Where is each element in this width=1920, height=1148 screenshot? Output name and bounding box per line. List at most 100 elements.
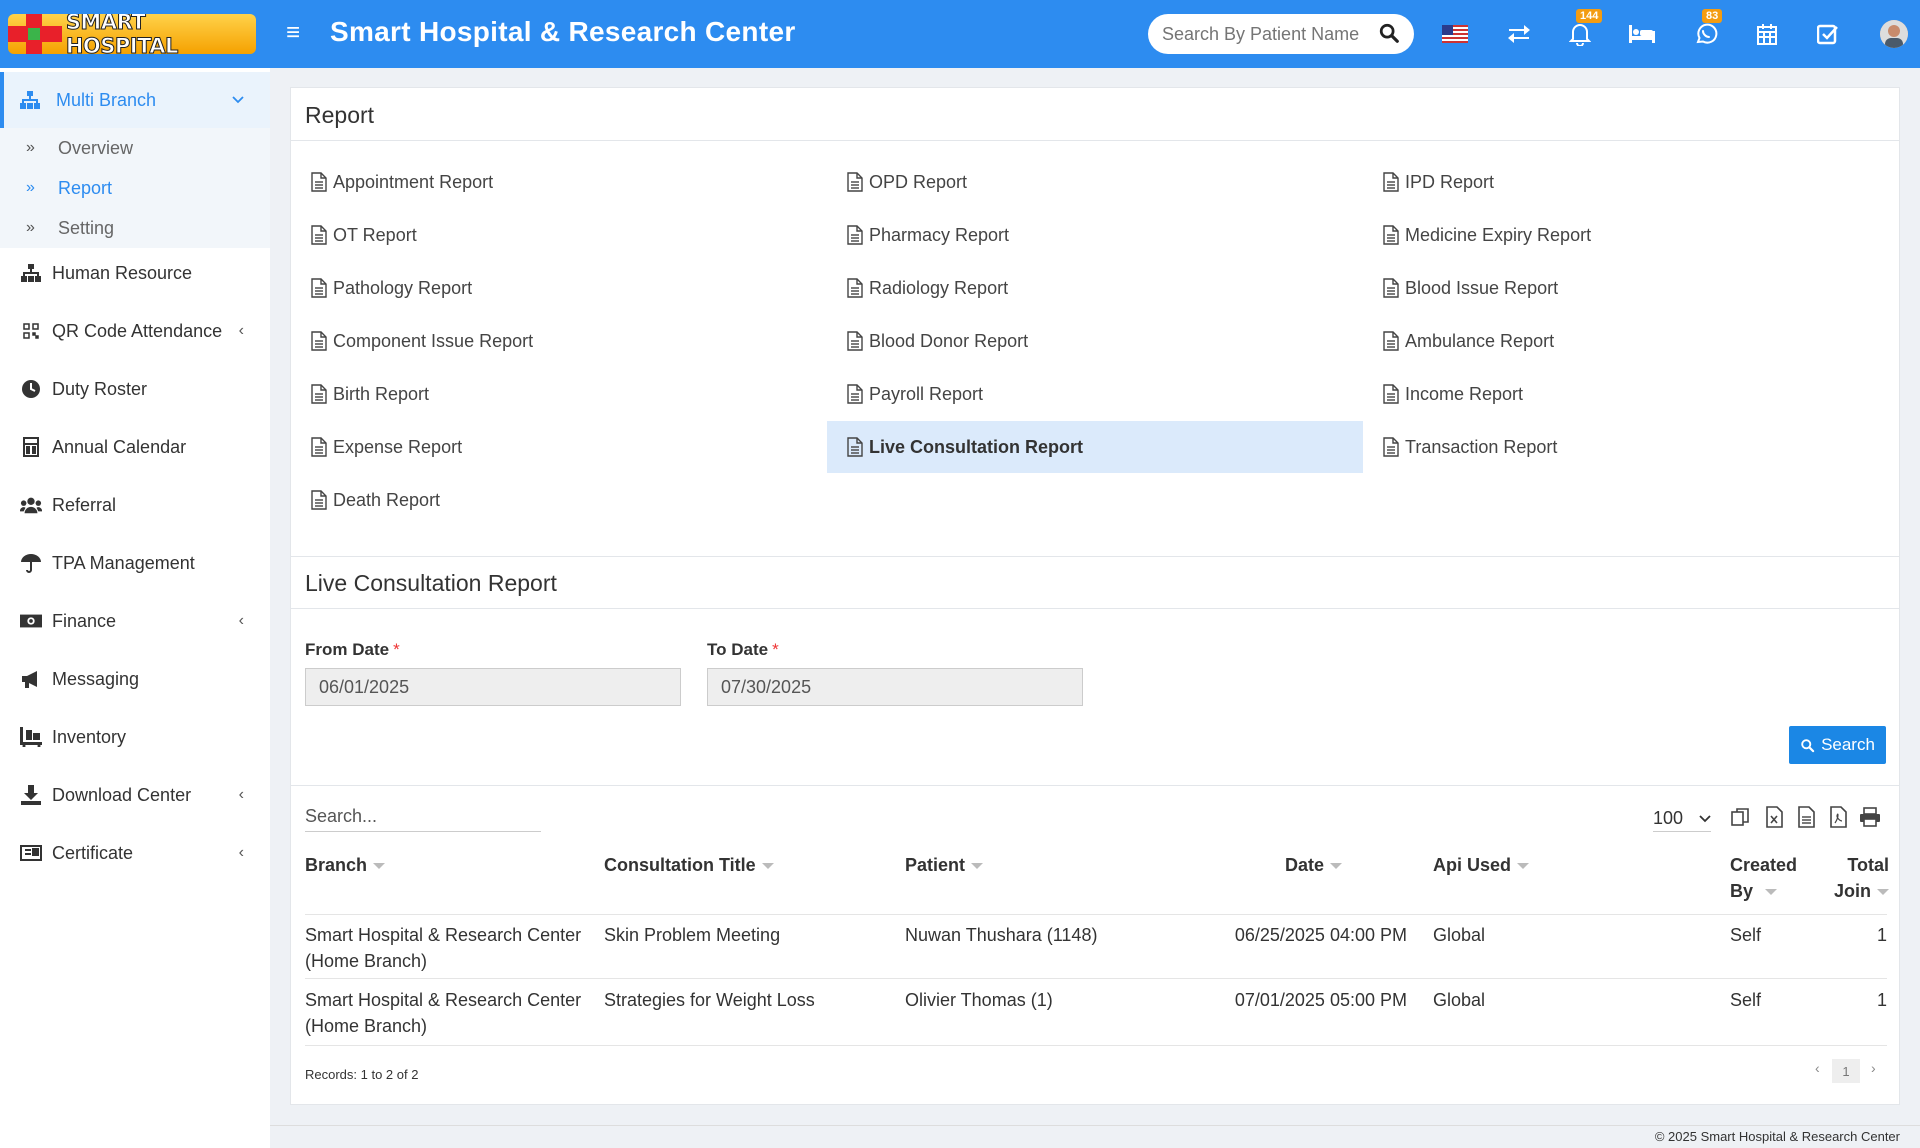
bed-icon[interactable] (1628, 20, 1656, 48)
from-date-label: From Date * (305, 640, 400, 659)
chevron-left-icon: ‹ (238, 786, 244, 803)
report-link-ambulance-report[interactable]: Ambulance Report (1363, 315, 1899, 367)
sidebar-item-annual-calendar[interactable]: Annual Calendar (0, 427, 270, 467)
report-link-label: Medicine Expiry Report (1405, 224, 1592, 245)
report-link-blood-issue-report[interactable]: Blood Issue Report (1363, 262, 1899, 314)
sidebar-item-label: TPA Management (52, 552, 195, 573)
calendar-icon[interactable] (1753, 20, 1781, 48)
sidebar-item-certificate[interactable]: Certificate ‹ (0, 833, 270, 873)
pdf-icon[interactable] (1827, 806, 1849, 828)
search-icon[interactable] (1378, 22, 1400, 44)
column-header-consultation-title[interactable]: Consultation Title (604, 852, 774, 878)
sidebar-subitem-report[interactable]: » Report (0, 168, 270, 208)
page-size-select[interactable]: 100 (1653, 806, 1711, 832)
report-link-death-report[interactable]: Death Report (291, 474, 827, 526)
sidebar-item-label: Inventory (52, 726, 127, 747)
sidebar-item-multi-branch[interactable]: Multi Branch (0, 72, 270, 128)
print-icon[interactable] (1859, 806, 1881, 828)
sidebar-item-qr-code-attendance[interactable]: QR Code Attendance ‹ (0, 311, 270, 351)
sidebar-subitem-label: Report (58, 177, 113, 198)
whatsapp-icon[interactable]: 83 (1692, 9, 1723, 48)
notification-bell-icon[interactable]: 144 (1566, 9, 1603, 48)
report-link-live-consultation-report[interactable]: Live Consultation Report (827, 421, 1363, 473)
column-header-api-used[interactable]: Api Used (1433, 852, 1530, 878)
qrcode-icon (20, 320, 42, 342)
column-header-created-by[interactable]: Created By (1730, 852, 1797, 904)
excel-icon[interactable] (1763, 806, 1785, 828)
sidebar-subitem-setting[interactable]: » Setting (0, 208, 270, 248)
cell-created-by: Self (1730, 990, 1762, 1010)
report-link-opd-report[interactable]: OPD Report (827, 156, 1363, 208)
report-link-label: Appointment Report (333, 171, 494, 192)
document-icon (311, 172, 327, 192)
report-link-ipd-report[interactable]: IPD Report (1363, 156, 1899, 208)
exchange-icon[interactable] (1505, 20, 1533, 48)
report-link-medicine-expiry-report[interactable]: Medicine Expiry Report (1363, 209, 1899, 261)
report-link-transaction-report[interactable]: Transaction Report (1363, 421, 1899, 473)
top-header: SMART HOSPITAL ≡ Smart Hospital & Resear… (0, 0, 1920, 68)
pager-prev-icon[interactable]: ‹ (1815, 1060, 1820, 1076)
column-header-date[interactable]: Date (1285, 852, 1343, 878)
report-link-expense-report[interactable]: Expense Report (291, 421, 827, 473)
report-link-label: Payroll Report (869, 383, 984, 404)
csv-icon[interactable] (1795, 806, 1817, 828)
table-search-input[interactable]: Search... (305, 802, 541, 832)
report-panel: Report Appointment Report OPD Report IPD R… (290, 87, 1900, 1105)
report-link-pharmacy-report[interactable]: Pharmacy Report (827, 209, 1363, 261)
app-logo[interactable]: SMART HOSPITAL (8, 14, 256, 54)
logo-text: SMART HOSPITAL (65, 14, 179, 54)
sidebar-item-inventory[interactable]: Inventory (0, 717, 270, 757)
cell-total-join: 1 (1876, 990, 1887, 1010)
task-check-icon[interactable] (1814, 20, 1842, 48)
report-section-title: Report (305, 102, 375, 128)
report-link-radiology-report[interactable]: Radiology Report (827, 262, 1363, 314)
pager-next-icon[interactable]: › (1871, 1060, 1876, 1076)
us-flag-icon[interactable] (1441, 20, 1469, 48)
pager-current-page[interactable]: 1 (1832, 1059, 1860, 1083)
sidebar-subitem-overview[interactable]: » Overview (0, 128, 270, 168)
document-icon (311, 384, 327, 404)
document-icon (1383, 225, 1399, 245)
to-date-input[interactable]: 07/30/2025 (707, 668, 1083, 706)
column-header-patient[interactable]: Patient (905, 852, 984, 878)
app-title: Smart Hospital & Research Center (330, 16, 796, 47)
report-link-label: Expense Report (333, 436, 463, 457)
sidebar-item-messaging[interactable]: Messaging (0, 659, 270, 699)
document-icon (1383, 172, 1399, 192)
report-link-label: Income Report (1405, 383, 1524, 404)
sidebar-item-label: Human Resource (52, 262, 193, 283)
search-button[interactable]: Search (1789, 726, 1886, 764)
report-link-label: OT Report (333, 224, 417, 245)
sidebar-item-referral[interactable]: Referral (0, 485, 270, 525)
divider (291, 556, 1899, 557)
sidebar-item-human-resource[interactable]: Human Resource (0, 253, 270, 293)
document-icon (847, 384, 863, 404)
cell-consultation-title: Skin Problem Meeting (604, 925, 781, 945)
from-date-input[interactable]: 06/01/2025 (305, 668, 681, 706)
report-link-payroll-report[interactable]: Payroll Report (827, 368, 1363, 420)
report-link-component-issue-report[interactable]: Component Issue Report (291, 315, 827, 367)
sidebar-item-duty-roster[interactable]: Duty Roster (0, 369, 270, 409)
sidebar-item-tpa-management[interactable]: TPA Management (0, 543, 270, 583)
report-link-label: Birth Report (333, 383, 430, 404)
user-avatar[interactable] (1880, 20, 1908, 48)
document-icon (311, 331, 327, 351)
sidebar-subitem-label: Setting (58, 217, 115, 238)
column-header-branch[interactable]: Branch (305, 852, 386, 878)
sitemap-icon (20, 262, 42, 284)
cell-consultation-title: Strategies for Weight Loss (604, 990, 815, 1010)
column-header-total-join[interactable]: Total Join (1819, 852, 1889, 904)
report-link-blood-donor-report[interactable]: Blood Donor Report (827, 315, 1363, 367)
document-icon (847, 331, 863, 351)
copy-icon[interactable] (1730, 806, 1752, 828)
sidebar-item-finance[interactable]: Finance ‹ (0, 601, 270, 641)
report-link-birth-report[interactable]: Birth Report (291, 368, 827, 420)
report-link-income-report[interactable]: Income Report (1363, 368, 1899, 420)
patient-search-input[interactable] (1162, 23, 1372, 45)
report-link-appointment-report[interactable]: Appointment Report (291, 156, 827, 208)
sidebar-item-label: Multi Branch (56, 89, 157, 110)
sidebar-item-download-center[interactable]: Download Center ‹ (0, 775, 270, 815)
report-link-pathology-report[interactable]: Pathology Report (291, 262, 827, 314)
report-link-ot-report[interactable]: OT Report (291, 209, 827, 261)
hamburger-menu-icon[interactable]: ≡ (286, 20, 310, 46)
